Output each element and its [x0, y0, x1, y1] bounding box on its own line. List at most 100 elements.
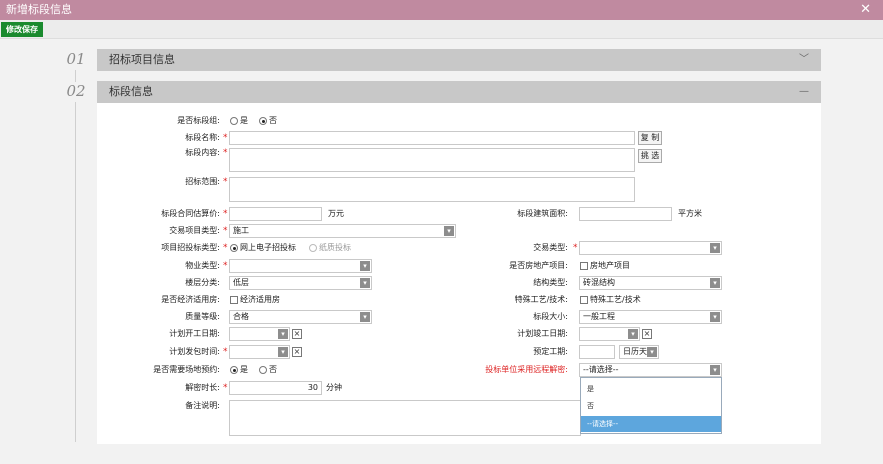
duration-input[interactable]	[579, 345, 615, 359]
window-title-bar: 新增标段信息 ✕	[0, 0, 883, 20]
structure-select[interactable]: 砖混结构 ▾	[579, 276, 722, 290]
bid-type-online-radio[interactable]	[230, 244, 238, 252]
quality-select[interactable]: 合格 ▾	[229, 310, 372, 324]
area-unit: 平方米	[678, 209, 702, 218]
estimate-input[interactable]	[229, 207, 322, 221]
lot-content-textarea[interactable]	[229, 148, 635, 172]
start-date-picker[interactable]: ▾	[229, 327, 290, 341]
required-mark: *	[573, 243, 578, 253]
dropdown-option-placeholder[interactable]: --请选择--	[581, 416, 721, 432]
lot-name-input[interactable]	[229, 131, 635, 145]
select-value: 日历天	[623, 347, 647, 356]
lot-name-label: 标段名称:	[185, 133, 220, 142]
copy-button[interactable]: 复 制	[638, 131, 662, 145]
release-time-label: 计划发包时间:	[169, 347, 220, 356]
chevron-down-icon: ▾	[710, 365, 720, 375]
clear-icon[interactable]: ×	[292, 347, 302, 357]
duration-label: 预定工期:	[533, 347, 568, 356]
collapse-icon[interactable]: —	[799, 81, 809, 103]
toolbar: 修改保存	[0, 20, 883, 39]
property-type-select[interactable]: ▾	[229, 259, 372, 273]
chevron-down-icon: ▾	[360, 278, 370, 288]
estimate-unit: 万元	[328, 209, 344, 218]
realestate-checkbox[interactable]	[580, 262, 588, 270]
required-mark: *	[223, 226, 228, 236]
deal-project-type-select[interactable]: 施工 ▾	[229, 224, 456, 238]
chevron-down-icon: ▾	[628, 329, 638, 339]
timeline-line	[75, 70, 76, 82]
pick-button[interactable]: 挑 选	[638, 149, 662, 163]
area-label: 标段建筑面积:	[517, 209, 568, 218]
duration-unit-select[interactable]: 日历天 ▾	[619, 345, 659, 359]
property-type-label: 物业类型:	[185, 261, 220, 270]
lot-content-label: 标段内容:	[185, 148, 220, 157]
bid-type-paper-radio[interactable]	[309, 244, 317, 252]
required-mark: *	[223, 243, 228, 253]
chevron-down-icon: ▾	[360, 261, 370, 271]
chevron-down-icon[interactable]: ﹀	[799, 49, 809, 71]
remote-decrypt-dropdown-list: 是 否 --请选择--	[580, 377, 722, 434]
scope-label: 招标范围:	[185, 177, 220, 186]
select-value: --请选择--	[583, 365, 619, 374]
start-date-label: 计划开工日期:	[169, 329, 220, 338]
finish-date-label: 计划竣工日期:	[517, 329, 568, 338]
venue-yes-radio[interactable]	[230, 366, 238, 374]
bid-type-label: 项目招投标类型:	[161, 243, 220, 252]
section-number: 02	[66, 82, 86, 100]
section-number: 01	[66, 50, 86, 68]
required-mark: *	[223, 261, 228, 271]
econ-house-checkbox[interactable]	[230, 296, 238, 304]
select-value: 合格	[233, 312, 249, 321]
finish-date-picker[interactable]: ▾	[579, 327, 640, 341]
realestate-check-label: 房地产项目	[590, 261, 630, 270]
clear-icon[interactable]: ×	[642, 329, 652, 339]
decrypt-time-input[interactable]: 30	[229, 381, 322, 395]
required-mark: *	[223, 133, 228, 143]
dropdown-option-yes[interactable]: 是	[581, 381, 721, 397]
required-mark: *	[223, 148, 228, 158]
lot-size-label: 标段大小:	[533, 312, 568, 321]
is-group-no-radio[interactable]	[259, 117, 267, 125]
is-group-no-label: 否	[269, 116, 277, 125]
decrypt-time-label: 解密时长:	[185, 383, 220, 392]
remote-decrypt-select[interactable]: --请选择-- ▾	[579, 363, 722, 377]
is-group-label: 是否标段组:	[177, 116, 220, 125]
remark-label: 备注说明:	[185, 401, 220, 410]
release-time-picker[interactable]: ▾	[229, 345, 290, 359]
quality-label: 质量等级:	[185, 312, 220, 321]
scope-textarea[interactable]	[229, 177, 635, 202]
section-header-bid-project[interactable]: 招标项目信息 ﹀	[97, 49, 821, 71]
deal-project-type-label: 交易项目类型:	[169, 226, 220, 235]
close-icon[interactable]: ✕	[860, 0, 871, 19]
clear-icon[interactable]: ×	[292, 329, 302, 339]
chevron-down-icon: ▾	[647, 347, 657, 357]
venue-no-label: 否	[269, 365, 277, 374]
chevron-down-icon: ▾	[710, 243, 720, 253]
area-input[interactable]	[579, 207, 672, 221]
window-title: 新增标段信息	[6, 3, 72, 16]
special-tech-checkbox[interactable]	[580, 296, 588, 304]
required-mark: *	[223, 209, 228, 219]
required-mark: *	[223, 347, 228, 357]
deal-type-select[interactable]: ▾	[579, 241, 722, 255]
chevron-down-icon: ▾	[710, 312, 720, 322]
remark-textarea[interactable]	[229, 400, 581, 436]
venue-yes-label: 是	[240, 365, 248, 374]
section-header-lot-info[interactable]: 标段信息 —	[97, 81, 821, 103]
lot-size-select[interactable]: 一般工程 ▾	[579, 310, 722, 324]
select-value: 一般工程	[583, 312, 615, 321]
timeline-line	[75, 102, 76, 442]
chevron-down-icon: ▾	[444, 226, 454, 236]
is-group-yes-radio[interactable]	[230, 117, 238, 125]
floor-class-label: 楼层分类:	[185, 278, 220, 287]
deal-type-label: 交易类型:	[533, 243, 568, 252]
section-title: 标段信息	[109, 85, 153, 98]
venue-no-radio[interactable]	[259, 366, 267, 374]
dropdown-option-no[interactable]: 否	[581, 398, 721, 414]
structure-label: 结构类型:	[533, 278, 568, 287]
realestate-label: 是否房地产项目:	[509, 261, 568, 270]
select-value: 低层	[233, 278, 249, 287]
save-button[interactable]: 修改保存	[1, 22, 43, 37]
floor-class-select[interactable]: 低层 ▾	[229, 276, 372, 290]
econ-house-label: 是否经济适用房:	[161, 295, 220, 304]
